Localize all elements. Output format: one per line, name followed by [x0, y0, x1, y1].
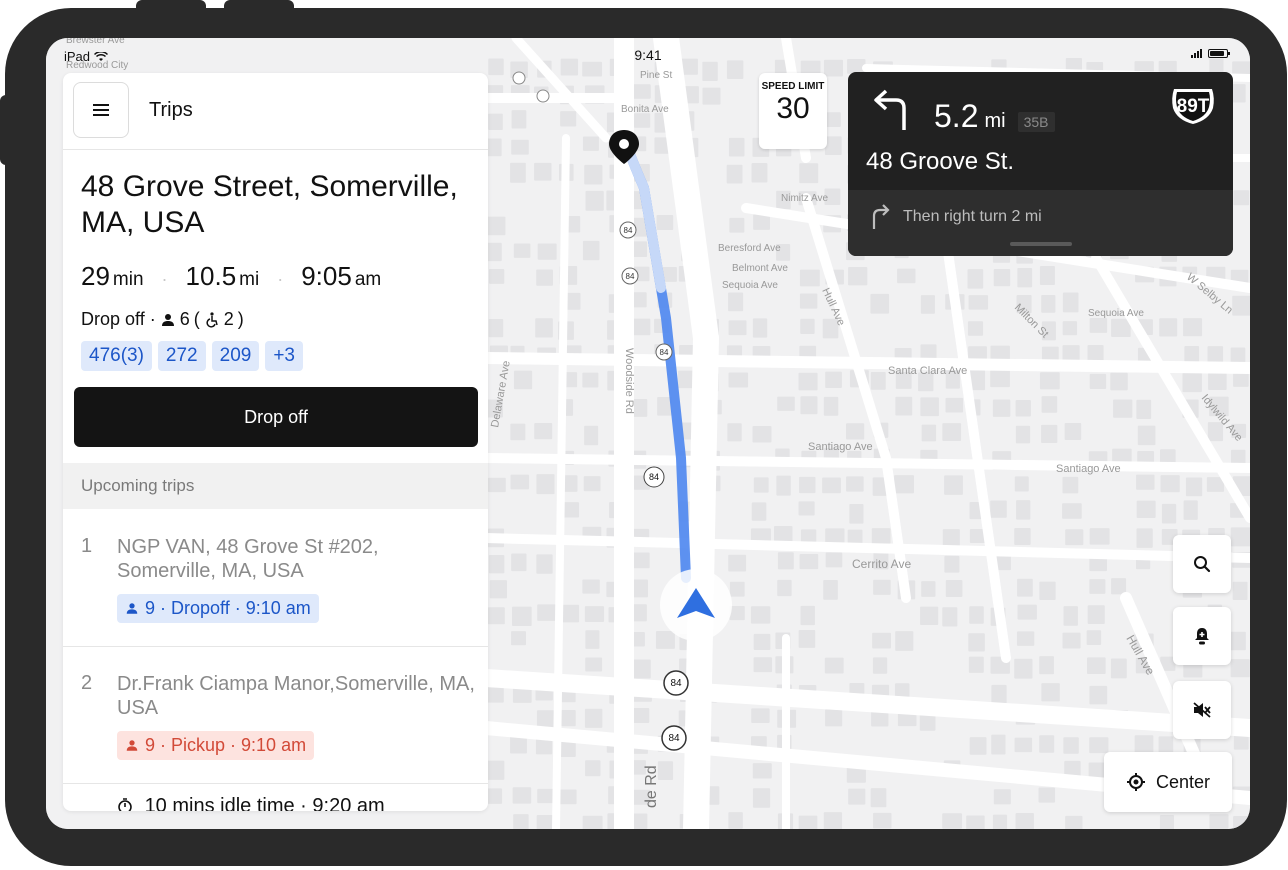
svg-text:Beresford Ave: Beresford Ave	[718, 243, 781, 254]
person-icon	[161, 313, 174, 326]
highway-shield-text: 89T	[1176, 96, 1210, 117]
dropoff-badge: 9 · Dropoff · 9:10 am	[117, 594, 319, 623]
battery-icon	[1208, 49, 1230, 58]
sound-off-icon	[1193, 702, 1211, 718]
upcoming-trips-header: Upcoming trips	[63, 463, 488, 509]
idle-time-row: 10 mins idle time · 9:20 am	[117, 795, 385, 811]
next-maneuver: Then right turn 2 mi	[903, 208, 1042, 225]
crosshair-icon	[1126, 773, 1145, 791]
eta-duration: 29	[81, 261, 110, 291]
svg-text:84: 84	[649, 472, 659, 482]
more-chips[interactable]: +3	[265, 341, 303, 371]
eta-distance: 10.5	[185, 261, 237, 291]
trips-panel: Trips 48 Grove Street, Somerville, MA, U…	[63, 73, 488, 811]
turn-right-arrow-icon	[872, 204, 890, 229]
speed-limit-label: SPEED LIMIT	[761, 81, 825, 92]
maneuver-distance: 5.2 mi 35B	[934, 98, 1055, 135]
svg-text:Santiago Ave: Santiago Ave	[1056, 463, 1121, 475]
trip-stats: 29 min · 10.5 mi · 9:05 am	[81, 261, 382, 291]
svg-text:Santiago Ave: Santiago Ave	[808, 441, 873, 453]
person-icon	[126, 740, 138, 751]
svg-text:Belmont Ave: Belmont Ave	[732, 263, 788, 274]
maneuver-street: 48 Groove St.	[866, 148, 1015, 175]
turn-left-arrow-icon	[874, 89, 906, 130]
distance-value: 5.2	[934, 98, 979, 134]
badge-text: 9 · Pickup · 9:10 am	[145, 735, 307, 755]
upcoming-trip-item[interactable]: 2 Dr.Frank Ciampa Manor,Somerville, MA, …	[63, 646, 488, 784]
timer-icon	[118, 798, 132, 811]
svg-text:84: 84	[626, 272, 635, 281]
eta-duration-unit: min	[112, 269, 144, 290]
svg-text:de Rd: de Rd	[643, 765, 660, 808]
trip-number: 2	[81, 672, 93, 694]
svg-text:84: 84	[624, 226, 633, 235]
volume-button	[136, 0, 206, 14]
svg-text:Nimitz Ave: Nimitz Ave	[781, 193, 828, 204]
center-button[interactable]: Center	[1104, 752, 1232, 812]
trip-number: 1	[81, 535, 93, 557]
svg-text:Sequoia Ave: Sequoia Ave	[722, 280, 778, 291]
panel-title: Trips	[149, 99, 193, 121]
svg-text:84: 84	[668, 733, 680, 744]
distance-unit: mi	[984, 110, 1006, 132]
badge-text: 9 · Dropoff · 9:10 am	[145, 598, 311, 618]
eta-arrival-unit: am	[354, 269, 382, 290]
svg-text:Sequoia Ave: Sequoia Ave	[1088, 308, 1144, 319]
exit-number: 35B	[1017, 112, 1055, 132]
navigation-card[interactable]: 5.2 mi 35B 48 Groove St. 89T Then right …	[848, 72, 1233, 256]
report-alert-button[interactable]	[1173, 607, 1231, 665]
trip-chip[interactable]: 272	[157, 341, 206, 371]
drag-handle[interactable]	[1010, 242, 1072, 246]
trip-chip[interactable]: 476(3)	[81, 341, 152, 371]
svg-text:84: 84	[660, 348, 669, 357]
trip-chip[interactable]: 209	[211, 341, 260, 371]
status-time: 9:41	[634, 47, 662, 63]
search-button[interactable]	[1173, 535, 1231, 593]
dropoff-summary: Drop off · 6 ( 2 )	[81, 309, 244, 329]
highway-shield-icon: 89T	[1169, 86, 1217, 131]
power-button	[0, 95, 14, 165]
search-icon	[1194, 556, 1211, 573]
panel-header: Trips	[63, 73, 488, 150]
trip-address: NGP VAN, 48 Grove St #202, Somerville, M…	[117, 536, 379, 582]
volume-button	[224, 0, 294, 14]
screen: Pine St Bonita Ave Nimitz Ave Beresford …	[46, 38, 1250, 829]
svg-text:84: 84	[670, 678, 682, 689]
trip-chips: 476(3) 272 209 +3	[81, 341, 303, 371]
center-label: Center	[1155, 771, 1211, 792]
wheelchair-icon	[206, 311, 218, 328]
speed-limit-sign: SPEED LIMIT 30	[759, 73, 827, 149]
destination-address: 48 Grove Street, Somerville, MA, USA	[81, 170, 458, 239]
bell-plus-icon	[1195, 628, 1209, 645]
svg-text:Woodside Rd: Woodside Rd	[623, 348, 635, 414]
eta-distance-unit: mi	[239, 269, 260, 290]
mute-button[interactable]	[1173, 681, 1231, 739]
hamburger-icon	[93, 104, 109, 116]
svg-text:Santa Clara Ave: Santa Clara Ave	[888, 365, 967, 377]
trip-address: Dr.Frank Ciampa Manor,Somerville, MA, US…	[117, 673, 475, 719]
current-location-icon	[660, 569, 732, 641]
pickup-badge: 9 · Pickup · 9:10 am	[117, 731, 315, 760]
eta-arrival: 9:05	[301, 261, 352, 291]
drop-off-button[interactable]: Drop off	[74, 387, 478, 447]
dropoff-label: Drop off ·	[81, 309, 156, 329]
wheelchair-count: 2	[223, 309, 234, 329]
upcoming-trip-item[interactable]: 1 NGP VAN, 48 Grove St #202, Somerville,…	[63, 509, 488, 647]
svg-text:Cerrito Ave: Cerrito Ave	[852, 557, 911, 571]
svg-text:Pine St: Pine St	[640, 70, 672, 81]
cellular-signal-icon	[1191, 49, 1202, 58]
menu-button[interactable]	[73, 82, 129, 138]
rider-count: 6	[179, 309, 190, 329]
person-icon	[126, 603, 138, 614]
svg-text:Bonita Ave: Bonita Ave	[621, 104, 669, 115]
speed-limit-value: 30	[776, 92, 810, 125]
idle-time-text: 10 mins idle time · 9:20 am	[144, 795, 385, 811]
status-bar: iPad 9:41	[46, 38, 1250, 64]
